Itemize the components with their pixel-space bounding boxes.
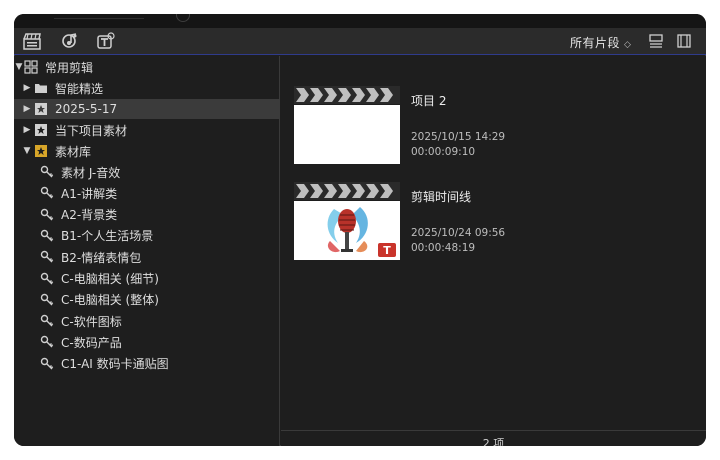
keyword-label: B1-个人生活场景 — [61, 229, 154, 244]
keyword-label: C-数码产品 — [61, 335, 122, 350]
sidebar-item-label: 智能精选 — [55, 81, 104, 96]
keyword-collection-item[interactable]: C-数码产品 — [14, 332, 280, 352]
keyword-collection-item[interactable]: C-软件图标 — [14, 311, 280, 331]
filmstrip-view-icon[interactable] — [676, 32, 692, 50]
clapper-board-icon — [294, 86, 400, 104]
clapper-board-icon — [294, 182, 400, 200]
key-icon — [40, 250, 54, 264]
sidebar-item-current-project-media[interactable]: ▶ 当下项目素材 — [14, 120, 280, 140]
library-label: 常用剪辑 — [45, 60, 94, 75]
list-view-icon[interactable] — [648, 32, 664, 50]
clip-browser: 项目 2 2025/10/15 14:29 00:00:09:10 T 剪辑时间… — [281, 56, 706, 430]
key-icon — [40, 165, 54, 179]
clip-filter-dropdown[interactable]: 所有片段 ◇ — [570, 34, 631, 51]
key-icon — [40, 293, 54, 307]
browser-footer: 2 项 — [281, 430, 706, 446]
key-icon — [40, 357, 54, 371]
keyword-collection-item[interactable]: A1-讲解类 — [14, 183, 280, 203]
window-top-edge — [14, 14, 706, 28]
keyword-collection-item[interactable]: C-电脑相关 (细节) — [14, 269, 280, 289]
keyword-collection-item[interactable]: A2-背景类 — [14, 205, 280, 225]
disclosure-open-icon[interactable]: ▼ — [22, 146, 32, 156]
sidebar-item-media-library[interactable]: ▼ 素材库 — [14, 141, 280, 161]
disclosure-closed-icon[interactable]: ▶ — [22, 104, 32, 114]
folder-icon — [34, 81, 48, 95]
project-date: 2025/10/24 09:56 — [411, 227, 506, 239]
disclosure-closed-icon[interactable]: ▶ — [22, 83, 32, 93]
keyword-label: 素材 J-音效 — [61, 165, 121, 180]
sidebar-item-event-2025-5-17[interactable]: ▶ 2025-5-17 — [14, 99, 280, 119]
keyword-label: C-软件图标 — [61, 314, 122, 329]
chevron-up-down-icon: ◇ — [624, 40, 632, 50]
project-meta: 项目 2 2025/10/15 14:29 00:00:09:10 — [411, 92, 505, 158]
window-control — [176, 14, 190, 22]
project-item[interactable]: 项目 2 2025/10/15 14:29 00:00:09:10 — [294, 86, 694, 174]
item-count: 2 项 — [482, 437, 505, 446]
project-name[interactable]: 项目 2 — [411, 92, 505, 109]
disclosure-open-icon[interactable]: ▼ — [14, 62, 24, 72]
project-name[interactable]: 剪辑时间线 — [411, 188, 505, 205]
svg-text:T: T — [383, 244, 391, 257]
title-text-icon[interactable] — [96, 32, 116, 50]
key-icon — [40, 314, 54, 328]
clapper-board-icon[interactable] — [22, 32, 42, 50]
divider — [54, 18, 144, 19]
key-icon — [40, 335, 54, 349]
keyword-label: A2-背景类 — [61, 208, 118, 223]
blank-preview — [294, 105, 400, 164]
music-note-icon[interactable] — [60, 32, 80, 50]
key-icon — [40, 272, 54, 286]
library-grid-icon — [24, 60, 38, 74]
event-star-icon — [34, 123, 48, 137]
sidebar-item-label: 2025-5-17 — [55, 102, 118, 116]
keyword-collection-item[interactable]: B2-情绪表情包 — [14, 247, 280, 267]
project-duration: 00:00:09:10 — [411, 146, 476, 158]
sidebar-item-label: 当下项目素材 — [55, 123, 128, 138]
sidebar-item-label: 素材库 — [55, 144, 92, 159]
project-meta: 剪辑时间线 2025/10/24 09:56 00:00:48:19 — [411, 188, 505, 254]
keyword-label: C-电脑相关 (整体) — [61, 293, 159, 308]
keyword-collection-item[interactable]: C1-AI 数码卡通贴图 — [14, 354, 280, 374]
project-item[interactable]: T 剪辑时间线 2025/10/24 09:56 00:00:48:19 — [294, 182, 694, 270]
keyword-label: B2-情绪表情包 — [61, 250, 142, 265]
browser-window: 所有片段 ◇ ▼ 常用剪辑 ▶ 智能精选 ▶ 2025-5-17 ▶ 当下项目素… — [14, 14, 706, 446]
key-icon — [40, 208, 54, 222]
sidebar-item-smart-collections[interactable]: ▶ 智能精选 — [14, 78, 280, 98]
keyword-collection-item[interactable]: 素材 J-音效 — [14, 162, 280, 182]
disclosure-closed-icon[interactable]: ▶ — [22, 125, 32, 135]
key-icon — [40, 186, 54, 200]
keyword-label: A1-讲解类 — [61, 186, 118, 201]
library-sidebar: ▼ 常用剪辑 ▶ 智能精选 ▶ 2025-5-17 ▶ 当下项目素材 ▼ 素材库… — [14, 56, 280, 446]
microphone-preview: T — [294, 201, 400, 260]
keyword-collection-item[interactable]: C-电脑相关 (整体) — [14, 290, 280, 310]
key-icon — [40, 229, 54, 243]
project-thumbnail[interactable] — [294, 86, 400, 164]
keyword-label: C1-AI 数码卡通贴图 — [61, 357, 169, 372]
keyword-collection-item[interactable]: B1-个人生活场景 — [14, 226, 280, 246]
filter-label: 所有片段 — [570, 36, 621, 50]
project-duration: 00:00:48:19 — [411, 242, 476, 254]
project-date: 2025/10/15 14:29 — [411, 131, 506, 143]
project-thumbnail[interactable]: T — [294, 182, 400, 260]
keyword-label: C-电脑相关 (细节) — [61, 272, 159, 286]
library-root[interactable]: ▼ 常用剪辑 — [14, 57, 280, 77]
event-star-icon — [34, 144, 48, 158]
browser-toolbar: 所有片段 ◇ — [14, 28, 706, 55]
event-star-icon — [34, 102, 48, 116]
